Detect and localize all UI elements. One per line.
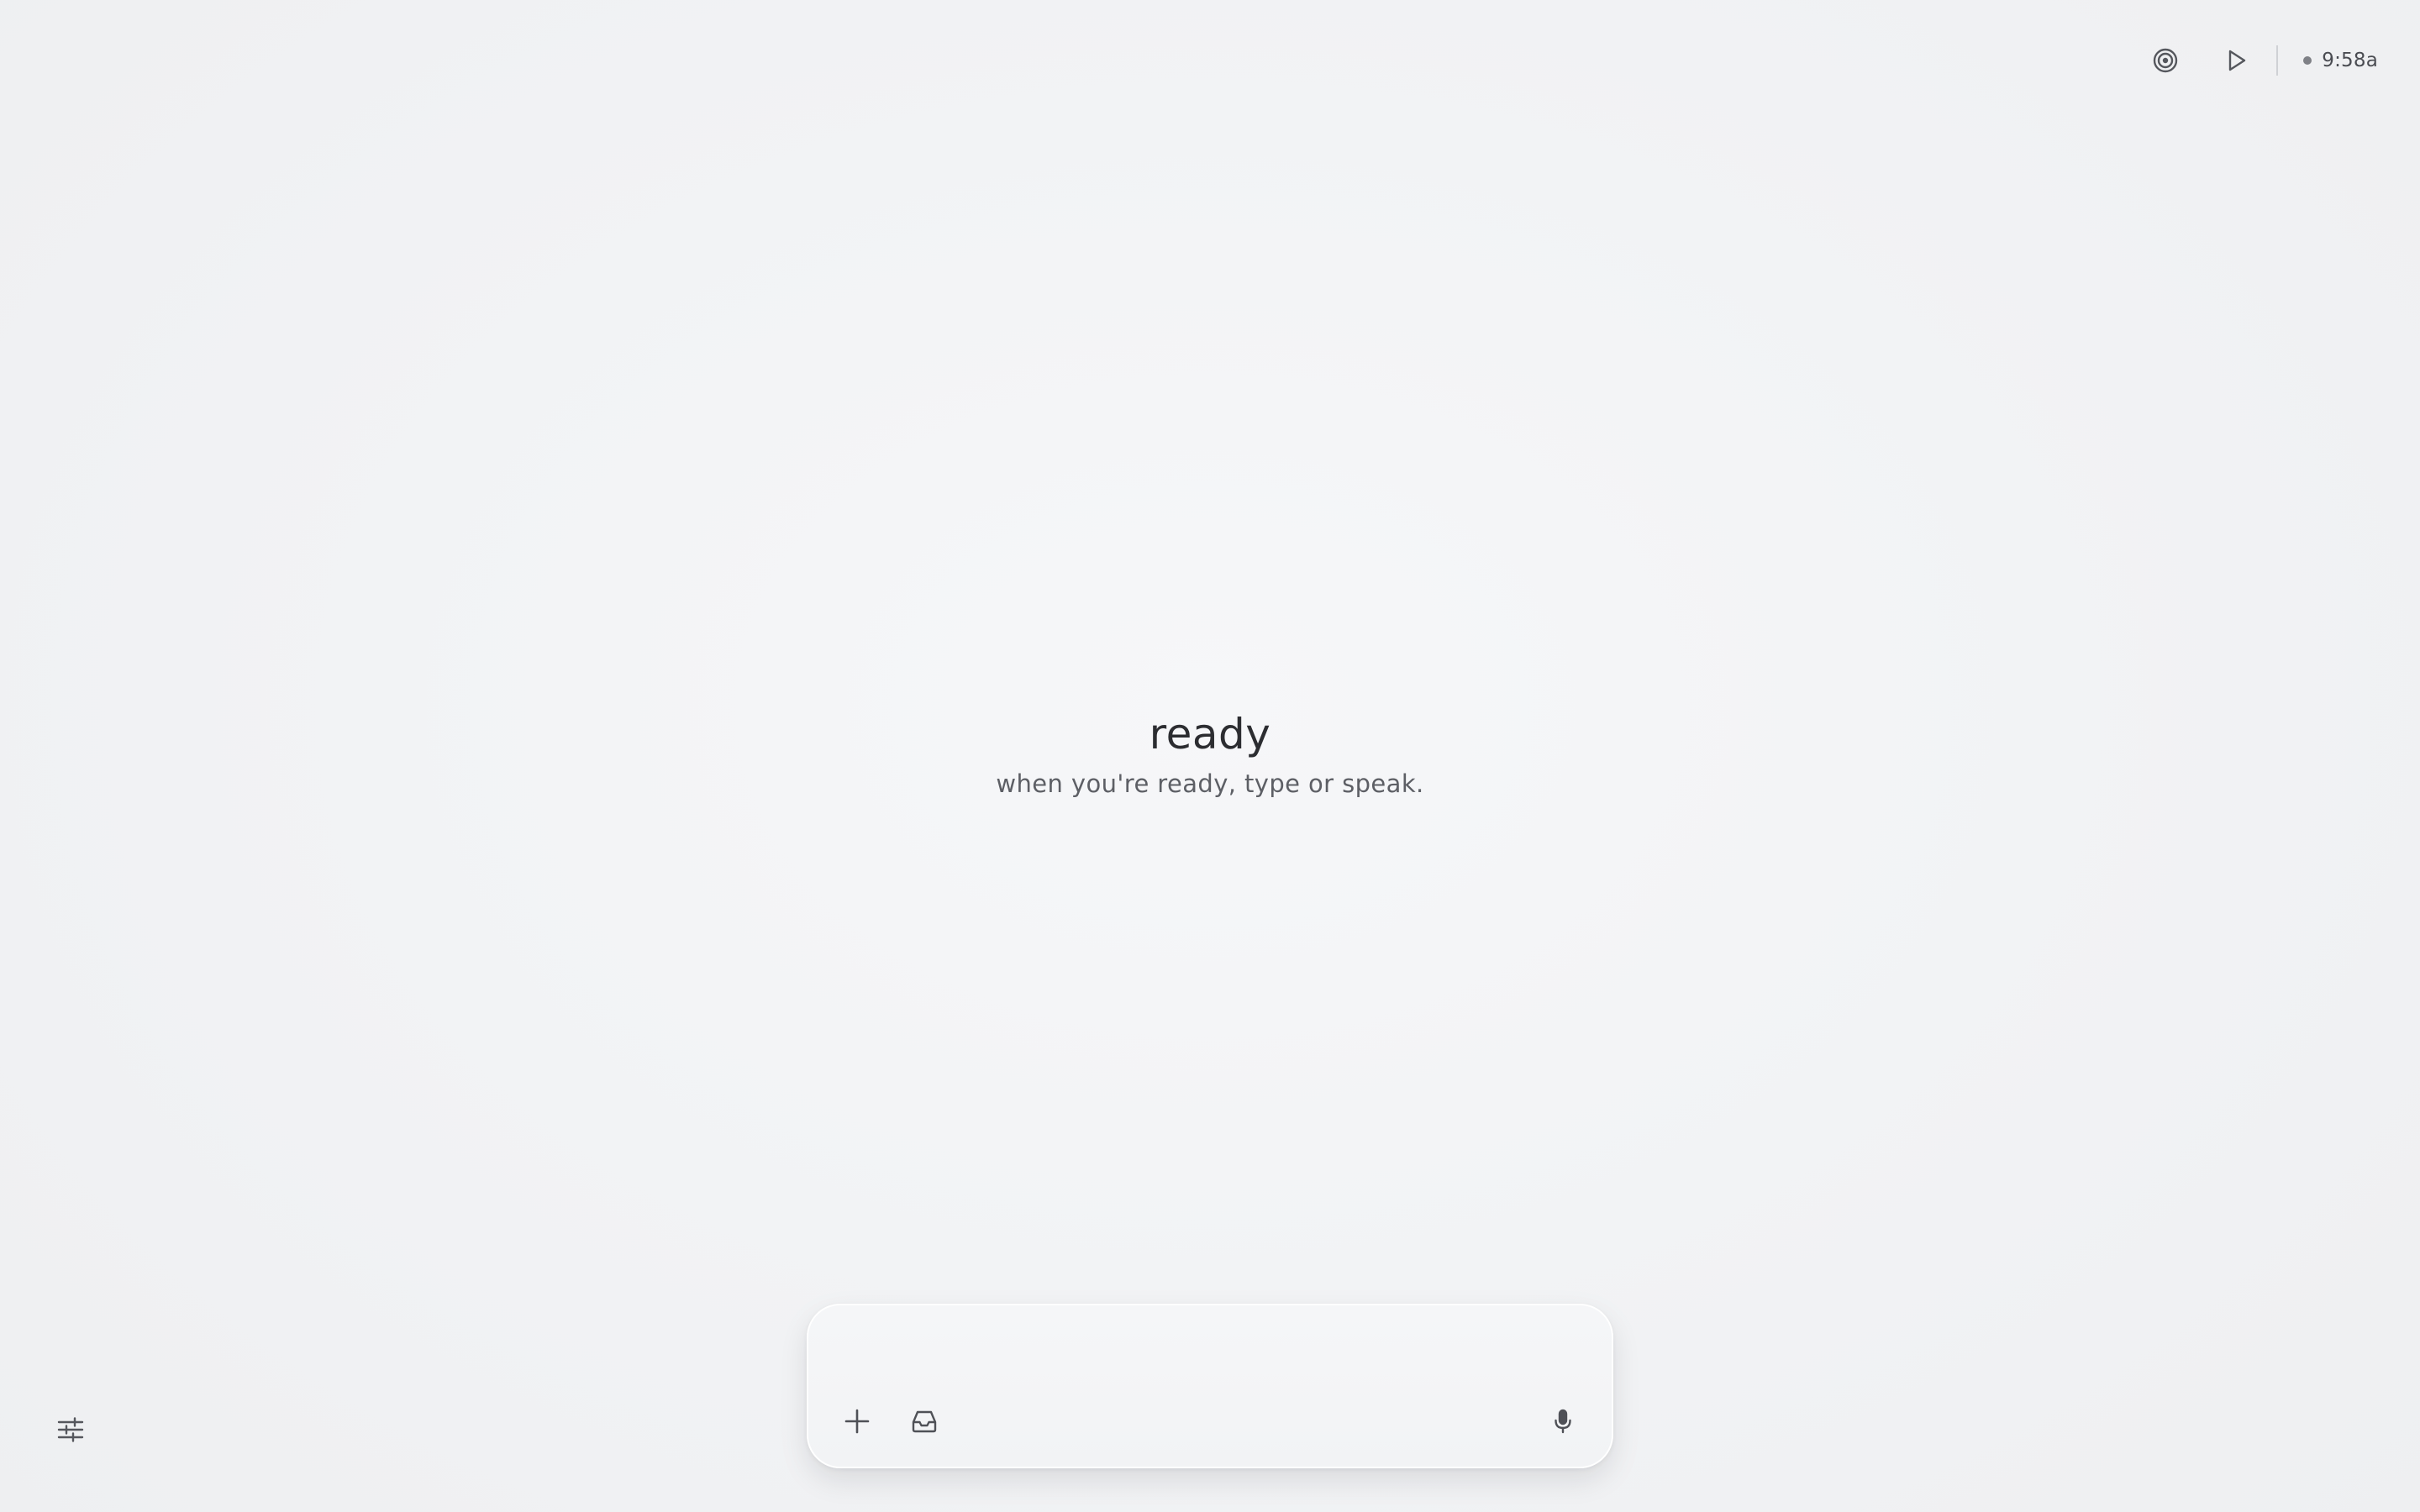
play-icon bbox=[2229, 50, 2246, 71]
microphone-icon bbox=[1555, 1409, 1571, 1434]
focus-button[interactable] bbox=[2142, 37, 2189, 84]
composer bbox=[807, 1304, 1613, 1468]
header-divider bbox=[2276, 45, 2279, 76]
inbox-button[interactable] bbox=[901, 1398, 948, 1445]
composer-toolbar bbox=[834, 1398, 1586, 1445]
status-dot bbox=[2303, 56, 2312, 65]
inbox-icon bbox=[912, 1410, 937, 1433]
play-button[interactable] bbox=[2212, 37, 2260, 84]
top-status-bar: 9:58a bbox=[2142, 40, 2378, 81]
empty-state: ready when you're ready, type or speak. bbox=[0, 702, 2420, 801]
message-input[interactable] bbox=[842, 1331, 1578, 1383]
plus-icon bbox=[844, 1409, 870, 1434]
clock-time: 9:58a bbox=[2322, 50, 2378, 71]
microphone-button[interactable] bbox=[1539, 1398, 1586, 1445]
sliders-icon bbox=[57, 1417, 84, 1442]
settings-button[interactable] bbox=[47, 1406, 94, 1453]
empty-state-subtitle: when you're ready, type or speak. bbox=[996, 769, 1424, 798]
target-icon bbox=[2154, 48, 2178, 73]
empty-state-title: ready bbox=[1149, 710, 1271, 759]
add-button[interactable] bbox=[834, 1398, 881, 1445]
clock: 9:58a bbox=[2303, 50, 2378, 71]
